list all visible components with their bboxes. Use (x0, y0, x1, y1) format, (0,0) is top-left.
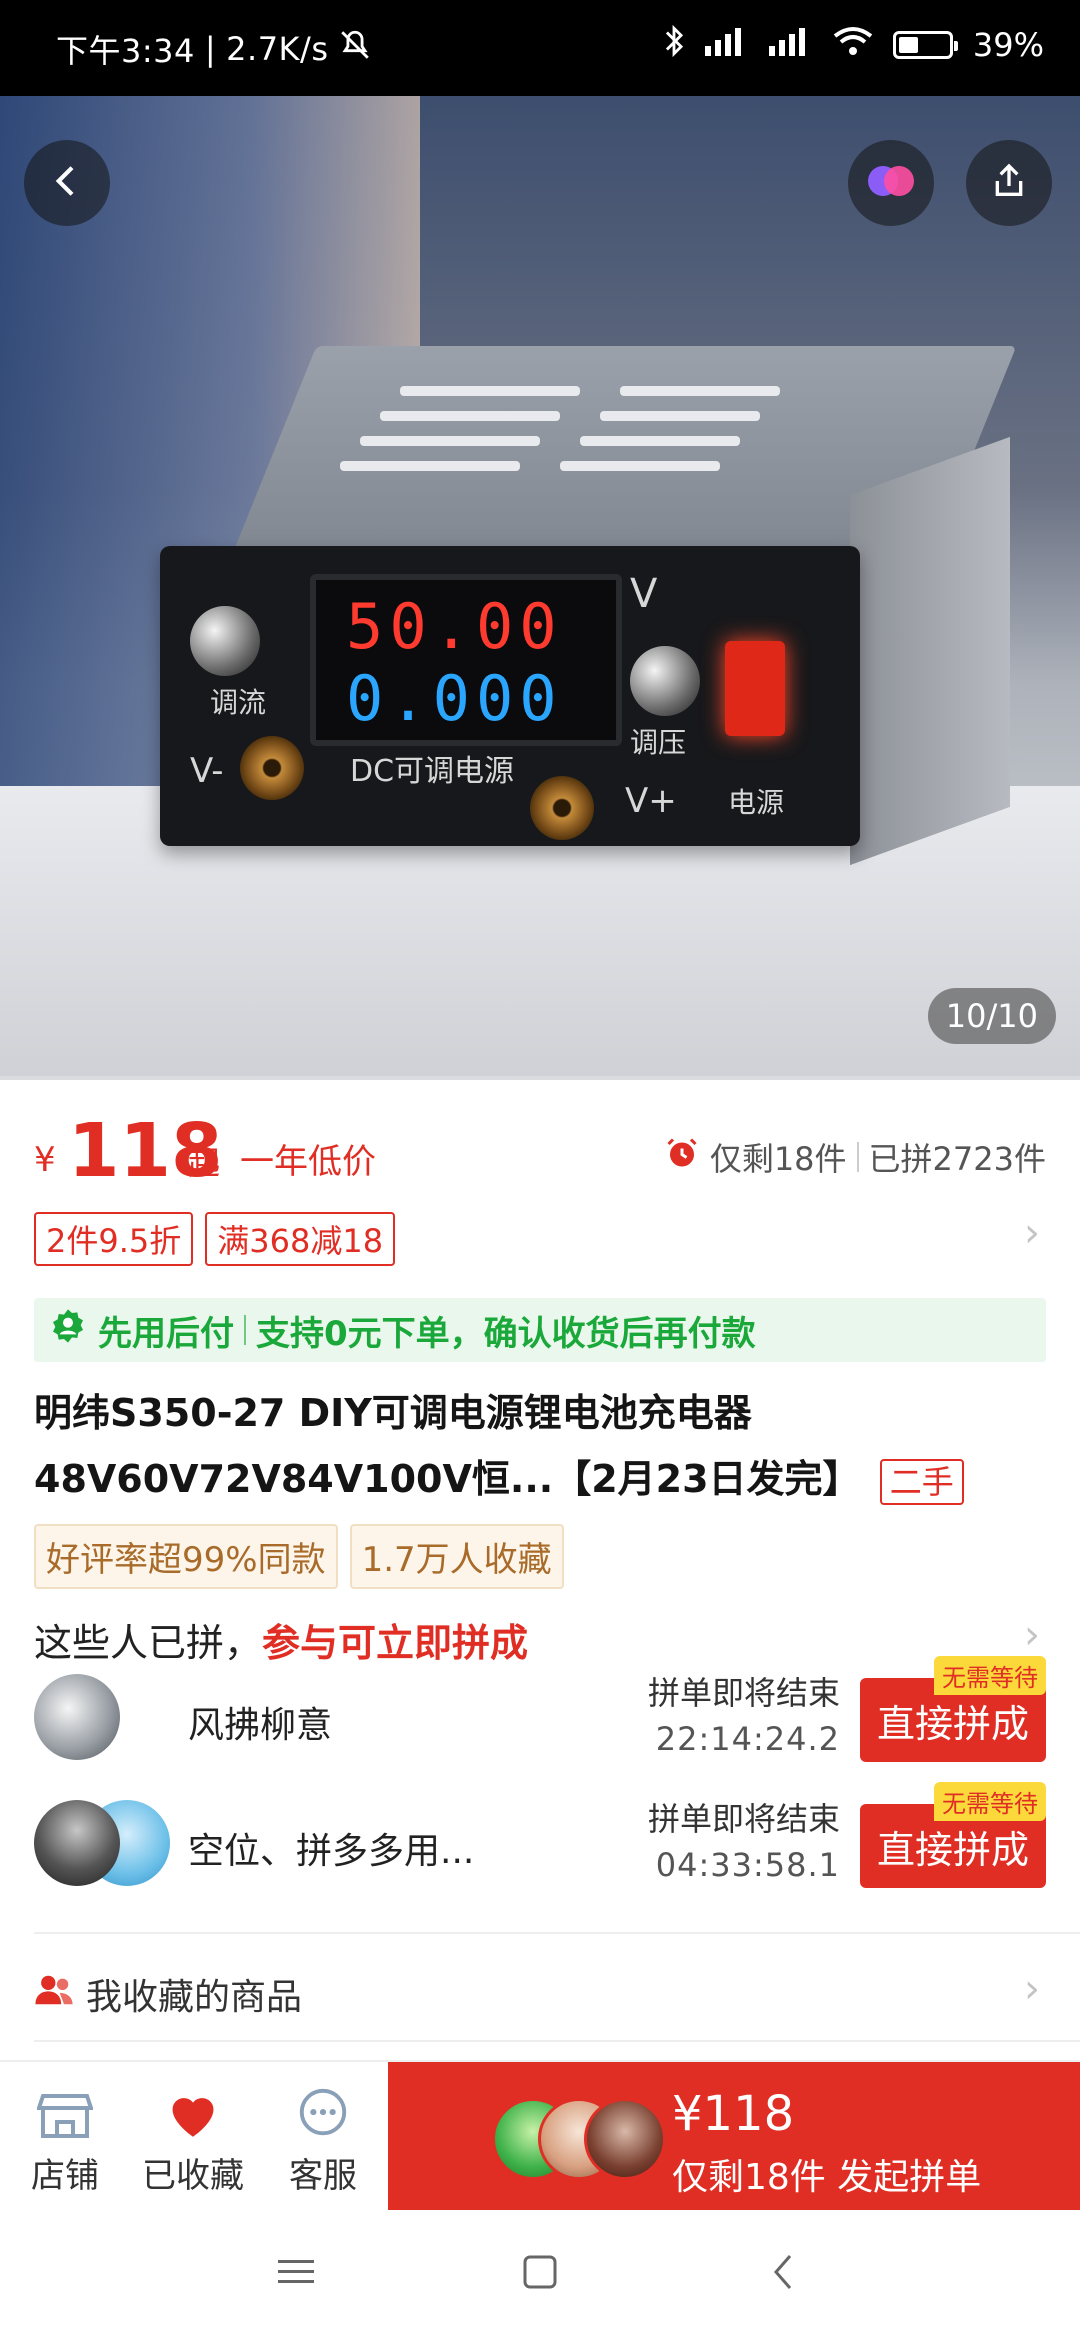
user-name: 空位、拼多多用... (188, 1831, 475, 1872)
pay-later-label: 先用后付 (98, 1313, 234, 1354)
status-speed: 2.7K/s (226, 30, 329, 68)
store-tab[interactable]: 店铺 (0, 2086, 130, 2197)
status-bar: 下午3:34 | 2.7K/s 39% (0, 0, 1080, 96)
used-badge: 二手 (879, 1458, 964, 1505)
power-switch (725, 641, 785, 736)
promo-tag: 2件9.5折 (34, 1212, 194, 1266)
buy-price: ¥118 (672, 2086, 795, 2142)
negative-terminal (240, 736, 304, 800)
price-suffix: 起 (188, 1144, 221, 1182)
favorites-label: 我收藏的商品 (86, 1977, 303, 2018)
wifi-icon (833, 26, 873, 64)
no-wait-badge: 无需等待 (934, 1656, 1046, 1695)
home-icon[interactable] (522, 2254, 558, 2294)
current-knob (190, 606, 260, 676)
share-button[interactable] (966, 140, 1052, 226)
chat-bubble-icon (258, 2086, 388, 2142)
group-ends: 拼单即将结束 04:33:58.1 (648, 1796, 840, 1888)
user-name: 风拂柳意 (188, 1705, 333, 1746)
back-button[interactable] (24, 140, 110, 226)
chevron-right-icon[interactable]: › (1024, 1612, 1040, 1658)
remaining-count: 仅剩18件 (709, 1140, 847, 1178)
image-counter: 10/10 (927, 988, 1056, 1044)
share-icon (989, 161, 1029, 205)
start-group-buy-button[interactable]: ¥118 仅剩18件 发起拼单 (388, 2062, 1080, 2212)
promo-tag: 满368减18 (205, 1212, 396, 1266)
price-row: ¥ 118 起 一年低价 仅剩18件 已拼2723件 (34, 1108, 1046, 1194)
heart-icon (128, 2086, 258, 2142)
overlap-circles-icon (861, 161, 921, 205)
group-buy-header[interactable]: 这些人已拼，参与可立即拼成 (34, 1612, 1046, 1667)
back-arrow-icon (47, 161, 87, 205)
no-wait-badge: 无需等待 (934, 1782, 1046, 1821)
join-group-button[interactable]: 直接拼成 无需等待 (860, 1782, 1046, 1888)
collected-tab[interactable]: 已收藏 (128, 2086, 258, 2197)
avatar (584, 2098, 666, 2180)
battery-icon (892, 31, 958, 59)
mute-icon (338, 28, 372, 70)
product-image[interactable]: 50.00 0.000 调流 DC可调电源 调压 电源 V V+ V- (0, 96, 1080, 1080)
status-time: 下午3:34 (56, 32, 195, 70)
signal-icon (704, 26, 749, 64)
product-badges: 好评率超99%同款 1.7万人收藏 (34, 1524, 564, 1589)
chevron-right-icon[interactable]: › (1024, 1966, 1040, 2012)
buy-subtext: 仅剩18件 发起拼单 (672, 2157, 982, 2198)
status-right: 39% (663, 24, 1044, 66)
rating-badge: 好评率超99%同款 (34, 1524, 338, 1589)
bluetooth-icon (663, 24, 685, 66)
sold-count: 已拼2723件 (868, 1140, 1046, 1178)
join-group-button[interactable]: 直接拼成 无需等待 (860, 1656, 1046, 1762)
pay-later-desc: 支持0元下单，确认收货后再付款 (256, 1313, 756, 1354)
alarm-clock-icon (664, 1135, 700, 1179)
voltage-display: 50.00 0.000 (310, 574, 622, 746)
group-buy-row: 空位、拼多多用... 拼单即将结束 04:33:58.1 直接拼成 无需等待 (34, 1782, 1046, 1894)
countdown: 22:14:24.2 (655, 1720, 840, 1758)
product-photo-power-supply: 50.00 0.000 调流 DC可调电源 调压 电源 V V+ V- (150, 346, 1017, 866)
voltage-knob (630, 646, 700, 716)
avatar (34, 1674, 120, 1760)
pay-later-icon (48, 1306, 88, 1355)
positive-terminal (530, 776, 594, 840)
users-icon (34, 1972, 74, 2017)
signal-icon-2 (768, 26, 813, 64)
store-icon (0, 2086, 130, 2142)
collect-count-badge: 1.7万人收藏 (349, 1524, 564, 1589)
countdown: 04:33:58.1 (655, 1846, 840, 1884)
status-left: 下午3:34 | 2.7K/s (56, 26, 372, 72)
currency-symbol: ¥ (34, 1140, 56, 1180)
customer-service-tab[interactable]: 客服 (258, 2086, 388, 2197)
low-price-label: 一年低价 (240, 1142, 376, 1182)
chevron-right-icon[interactable]: › (1024, 1210, 1040, 1256)
system-nav-bar (0, 2210, 1080, 2340)
back-nav-icon[interactable] (770, 2252, 796, 2296)
ar-view-button[interactable] (848, 140, 934, 226)
menu-icon[interactable] (278, 2256, 314, 2292)
pay-later-banner[interactable]: 先用后付 支持0元下单，确认收货后再付款 (34, 1298, 1046, 1362)
bottom-action-bar: 店铺 已收藏 客服 ¥118 仅剩18件 发起拼单 (0, 2060, 1080, 2212)
my-favorites-row[interactable]: 我收藏的商品 (34, 1960, 1046, 2028)
battery-percent: 39% (972, 26, 1044, 64)
promo-tags[interactable]: 2件9.5折 满368减18 (34, 1212, 396, 1266)
group-ends: 拼单即将结束 22:14:24.2 (648, 1670, 840, 1762)
group-buy-row: 风拂柳意 拼单即将结束 22:14:24.2 直接拼成 无需等待 (34, 1656, 1046, 1768)
stock-info: 仅剩18件 已拼2723件 (664, 1134, 1046, 1180)
avatar (34, 1800, 120, 1886)
